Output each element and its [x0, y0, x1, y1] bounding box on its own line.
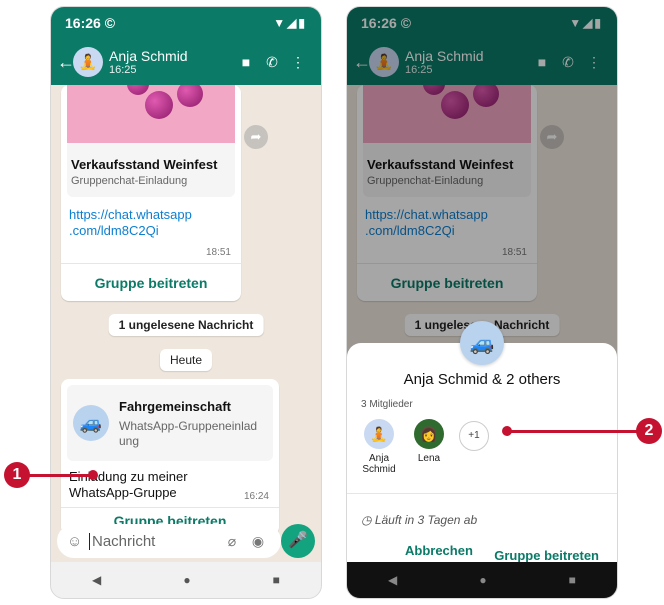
- emoji-icon[interactable]: ☺: [67, 533, 89, 550]
- contact-avatar[interactable]: 🧘: [73, 47, 103, 77]
- join-group-button[interactable]: Gruppe beitreten: [61, 263, 241, 301]
- phone-right: 16:26 © ▼◢▮ ← 🧘 Anja Schmid 16:25 ■ ✆ ⋮ …: [346, 6, 618, 599]
- nav-back-icon[interactable]: ◀: [388, 573, 397, 587]
- camera-icon[interactable]: ◉: [245, 533, 271, 550]
- invite-link[interactable]: https://chat.whatsapp .com/ldm8C2Qi: [69, 207, 192, 239]
- phone-icon[interactable]: ✆: [259, 54, 285, 71]
- nav-back-icon[interactable]: ◀: [92, 573, 101, 587]
- callout-2-line: [508, 430, 638, 433]
- clock-icon: ◷: [361, 513, 372, 527]
- chat-area: Verkaufsstand Weinfest Gruppenchat-Einla…: [51, 85, 321, 598]
- whatsapp-status-icon: ©: [104, 15, 116, 31]
- join-group-button-sheet[interactable]: Gruppe beitreten: [494, 548, 599, 563]
- message-time-2: 16:24: [243, 491, 269, 502]
- cancel-button[interactable]: Abbrechen: [405, 543, 473, 558]
- message-placeholder: Nachricht: [89, 532, 219, 550]
- callout-1-badge: 1: [4, 462, 30, 488]
- member-avatar: 🧘: [364, 419, 394, 449]
- android-nav-bar: ◀ ● ■: [51, 562, 321, 598]
- chat-header: ← 🧘 Anja Schmid 16:25 ■ ✆ ⋮: [51, 39, 321, 85]
- member-anja: 🧘 Anja Schmid: [359, 419, 399, 475]
- video-call-icon[interactable]: ■: [233, 54, 259, 70]
- status-time: 16:26: [65, 15, 101, 31]
- more-members-chip[interactable]: +1: [459, 421, 489, 451]
- nav-recents-icon[interactable]: ■: [273, 573, 280, 587]
- forward-icon[interactable]: ➦: [244, 125, 268, 149]
- invite-title: Verkaufsstand Weinfest: [71, 157, 218, 172]
- nav-home-icon[interactable]: ●: [479, 573, 486, 587]
- invite-bubble-fahrgemeinschaft[interactable]: 🚙 Fahrgemeinschaft WhatsApp-Gruppeneinla…: [61, 379, 279, 535]
- car-icon: 🚙: [460, 321, 504, 365]
- callout-1-line: [28, 474, 92, 477]
- attach-icon[interactable]: ⌀: [219, 533, 245, 550]
- expiry-text: ◷ Läuft in 3 Tagen ab: [361, 513, 478, 527]
- status-bar: 16:26 © ▼◢▮: [51, 7, 321, 39]
- group-invite-card[interactable]: 🚙 Fahrgemeinschaft WhatsApp-Gruppeneinla…: [67, 385, 273, 461]
- callout-2-end: [502, 426, 512, 436]
- unread-banner: 1 ungelesene Nachricht: [108, 314, 264, 336]
- member-avatar: 👩: [414, 419, 444, 449]
- sheet-title: Anja Schmid & 2 others: [403, 371, 561, 388]
- invite-bubble-weinfest[interactable]: Verkaufsstand Weinfest Gruppenchat-Einla…: [61, 85, 241, 301]
- date-chip: Heute: [159, 349, 213, 371]
- group-subtitle: WhatsApp-Gruppeneinlad ung: [119, 419, 258, 448]
- message-time: 18:51: [205, 247, 231, 258]
- message-input[interactable]: ☺ Nachricht ⌀ ◉: [57, 524, 281, 558]
- group-title: Fahrgemeinschaft: [119, 399, 231, 414]
- member-lena: 👩 Lena: [409, 419, 449, 464]
- nav-recents-icon[interactable]: ■: [569, 573, 576, 587]
- contact-name: Anja Schmid: [109, 48, 188, 64]
- system-icons: ▼◢▮: [273, 16, 307, 30]
- contact-subtitle: 16:25: [109, 64, 137, 76]
- callout-1-end: [88, 470, 98, 480]
- back-arrow-icon[interactable]: ←: [57, 52, 75, 73]
- contact-info[interactable]: Anja Schmid 16:25: [109, 48, 233, 76]
- android-nav-bar: ◀ ● ■: [347, 562, 617, 598]
- invite-preview-image: [67, 85, 235, 143]
- more-vert-icon[interactable]: ⋮: [285, 54, 311, 71]
- invite-subtitle: Gruppenchat-Einladung: [71, 175, 188, 187]
- group-invite-sheet: 🚙 Anja Schmid & 2 others 3 Mitglieder 🧘 …: [347, 321, 617, 563]
- car-icon: 🚙: [73, 405, 109, 441]
- phone-left: 16:26 © ▼◢▮ ← 🧘 Anja Schmid 16:25 ■ ✆ ⋮ …: [50, 6, 322, 599]
- microphone-icon[interactable]: 🎤: [281, 524, 315, 558]
- callout-2-badge: 2: [636, 418, 662, 444]
- members-count: 3 Mitglieder: [361, 399, 413, 410]
- nav-home-icon[interactable]: ●: [183, 573, 190, 587]
- divider: [347, 493, 617, 494]
